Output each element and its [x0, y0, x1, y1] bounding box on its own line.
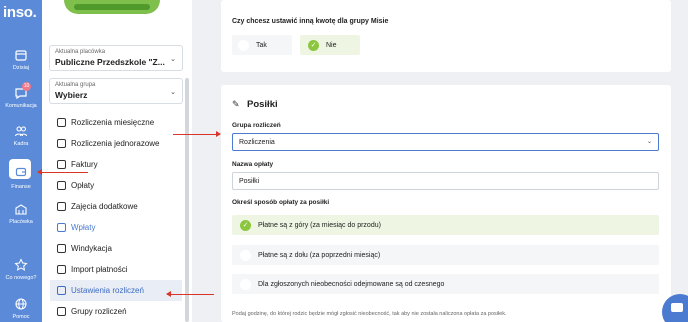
building-icon — [15, 204, 27, 215]
app-logo: inso. — [3, 4, 37, 21]
payment-icon — [57, 223, 66, 232]
group-label: Aktualna grupa — [55, 82, 96, 88]
hero-illustration — [64, 0, 160, 14]
group-icon — [57, 307, 66, 316]
group-select[interactable]: Aktualna grupa Wybierz ⌄ — [49, 78, 183, 104]
option-label: Dla zgłoszonych nieobecności odejmowane … — [258, 280, 445, 288]
finance-menu: Rozliczenia miesięczne Rozliczenia jedno… — [50, 112, 182, 322]
menu-item-rozliczenia-miesieczne[interactable]: Rozliczenia miesięczne — [50, 112, 182, 133]
people-icon — [14, 126, 28, 137]
fee-name-value: Posiłki — [239, 177, 260, 185]
absence-hour-note: Podaj godzinę, do której rodzic będzie m… — [232, 311, 507, 317]
bell-icon — [57, 244, 66, 253]
star-icon — [14, 258, 28, 271]
globe-icon — [15, 298, 27, 310]
option-paid-in-advance[interactable]: ✓ Płatne są z góry (za miesiąc do przodu… — [232, 215, 659, 235]
menu-item-wplaty[interactable]: Wpłaty — [50, 217, 182, 238]
rail-item-pomoc[interactable]: Pomoc — [0, 297, 42, 320]
option-paid-in-arrears[interactable]: Płatne są z dołu (za poprzedni miesiąc) — [232, 245, 659, 265]
fee-name-input[interactable]: Posiłki — [232, 172, 659, 190]
menu-item-windykacja[interactable]: Windykacja — [50, 238, 182, 259]
rail-label: Dzisiaj — [12, 65, 30, 71]
sidebar-scrollbar[interactable] — [185, 78, 189, 322]
meals-card: ✎ Posiłki Grupa rozliczeń Rozliczenia ⌄ … — [221, 85, 671, 322]
chevron-down-icon: ⌄ — [170, 56, 176, 63]
group-value: Wybierz — [55, 90, 88, 100]
option-label: Nie — [326, 41, 337, 49]
utensils-icon: ✎ — [232, 99, 240, 109]
option-absence-deducted[interactable]: Dla zgłoszonych nieobecności odejmowane … — [232, 274, 659, 294]
menu-label: Rozliczenia jednorazowe — [71, 139, 160, 148]
facility-value: Publiczne Przedszkole "Z... — [55, 57, 165, 67]
section-title: Posiłki — [247, 99, 278, 110]
menu-label: Wpłaty — [71, 223, 96, 232]
menu-label: Ustawienia rozliczeń — [71, 286, 144, 295]
rail-label: Kadra — [13, 141, 29, 147]
group-amount-question: Czy chcesz ustawić inną kwotę dla grupy … — [232, 18, 389, 25]
billing-group-select[interactable]: Rozliczenia ⌄ — [232, 133, 659, 151]
menu-item-rozliczenia-jednorazowe[interactable]: Rozliczenia jednorazowe — [50, 133, 182, 154]
notification-badge: 10 — [22, 82, 31, 91]
menu-label: Grupy rozliczeń — [71, 307, 127, 316]
chevron-down-icon: ⌄ — [646, 139, 652, 145]
menu-label: Faktury — [71, 160, 98, 169]
menu-label: Rozliczenia miesięczne — [71, 118, 155, 127]
import-icon — [57, 265, 66, 274]
fee-name-label: Nazwa opłaty — [232, 161, 274, 168]
option-label: Tak — [256, 41, 267, 49]
annotation-arrow — [173, 131, 221, 137]
billing-group-label: Grupa rozliczeń — [232, 122, 281, 129]
rail-item-kadra[interactable]: Kadra — [0, 124, 42, 147]
rail-item-placowka[interactable]: Placówka — [0, 202, 42, 225]
activity-icon — [57, 202, 66, 211]
payment-method-label: Określ sposób opłaty za posiłki — [232, 199, 330, 206]
annotation-arrow — [37, 169, 88, 175]
rail-label: Finanse — [11, 184, 31, 190]
rail-label: Pomoc — [12, 314, 30, 320]
stack-icon — [57, 139, 66, 148]
annotation-arrow — [166, 291, 214, 297]
menu-item-grupy-rozliczen[interactable]: Grupy rozliczeń — [50, 301, 182, 322]
wallet-icon — [15, 167, 27, 177]
check-icon: ✓ — [308, 39, 319, 51]
option-label: Płatne są z góry (za miesiąc do przodu) — [258, 221, 381, 229]
rail-item-komunikacja[interactable]: 10 Komunikacja — [0, 82, 42, 109]
calendar-icon — [15, 50, 27, 61]
option-label: Płatne są z dołu (za poprzedni miesiąc) — [258, 251, 381, 259]
left-rail: inso. Dzisiaj 10 Komunikacja Kadra Finan… — [0, 0, 42, 322]
option-nie[interactable]: ✓ Nie — [300, 35, 360, 55]
rail-item-finanse[interactable]: Finanse — [0, 159, 42, 190]
rail-label: Komunikacja — [5, 103, 37, 109]
menu-label: Zajęcia dodatkowe — [71, 202, 138, 211]
rail-item-dzisiaj[interactable]: Dzisiaj — [0, 48, 42, 71]
rail-label: Co nowego? — [5, 275, 37, 281]
radio-empty-icon — [240, 278, 251, 290]
chevron-down-icon: ⌄ — [170, 89, 176, 96]
document-icon — [57, 118, 66, 127]
facility-label: Aktualna placówka — [55, 49, 106, 55]
rail-label: Placówka — [9, 219, 33, 225]
invoice-icon — [57, 160, 66, 169]
settings-card-icon — [57, 286, 66, 295]
facility-select[interactable]: Aktualna placówka Publiczne Przedszkole … — [49, 45, 183, 71]
sidebar: Aktualna placówka Publiczne Przedszkole … — [42, 0, 192, 322]
group-amount-card: Czy chcesz ustawić inną kwotę dla grupy … — [221, 0, 671, 72]
billing-group-value: Rozliczenia — [239, 138, 275, 146]
menu-item-import-platnosci[interactable]: Import płatności — [50, 259, 182, 280]
option-tak[interactable]: Tak — [232, 35, 292, 55]
menu-item-zajecia-dodatkowe[interactable]: Zajęcia dodatkowe — [50, 196, 182, 217]
menu-label: Import płatności — [71, 265, 128, 274]
menu-item-oplaty[interactable]: Opłaty — [50, 175, 182, 196]
fee-icon — [57, 181, 66, 190]
check-icon: ✓ — [240, 219, 251, 231]
rail-item-co-nowego[interactable]: Co nowego? — [0, 258, 42, 281]
radio-empty-icon — [240, 249, 251, 261]
radio-empty-icon — [238, 39, 249, 51]
menu-label: Windykacja — [71, 244, 112, 253]
menu-item-ustawienia-rozliczen[interactable]: Ustawienia rozliczeń — [50, 280, 182, 301]
menu-label: Opłaty — [71, 181, 95, 190]
